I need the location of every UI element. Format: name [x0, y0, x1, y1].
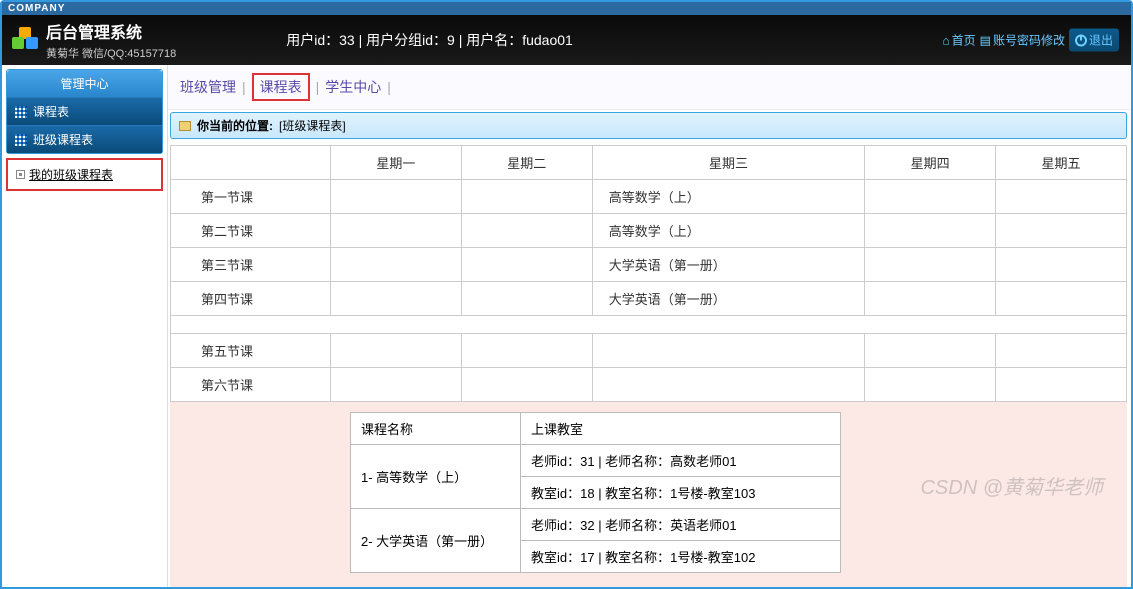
details-row: 2- 大学英语（第一册）老师id：32 | 老师名称：英语老师01 — [351, 509, 841, 541]
sidebar-item-schedule[interactable]: 课程表 — [7, 97, 162, 125]
schedule-cell — [865, 282, 996, 316]
tab-separator: | — [242, 79, 246, 95]
schedule-cell — [461, 282, 592, 316]
course-name-cell: 1- 高等数学（上） — [351, 445, 521, 509]
details-table: 课程名称 上课教室 1- 高等数学（上）老师id：31 | 老师名称：高数老师0… — [350, 412, 841, 573]
schedule-cell — [996, 248, 1127, 282]
period-cell: 第三节课 — [171, 248, 331, 282]
system-title: 后台管理系统 — [46, 19, 176, 43]
home-link[interactable]: ⌂ 首页 — [942, 32, 975, 49]
schedule-cell — [331, 368, 462, 402]
teacher-cell: 老师id：32 | 老师名称：英语老师01 — [521, 509, 841, 541]
schedule-cell — [865, 368, 996, 402]
schedule-cell — [461, 368, 592, 402]
schedule-cell — [331, 282, 462, 316]
gap-row — [171, 316, 1127, 334]
table-row: 第六节课 — [171, 368, 1127, 402]
schedule-cell — [461, 334, 592, 368]
schedule-cell — [461, 248, 592, 282]
period-cell: 第四节课 — [171, 282, 331, 316]
tab-schedule[interactable]: 课程表 — [252, 73, 310, 101]
teacher-cell: 老师id：31 | 老师名称：高数老师01 — [521, 445, 841, 477]
tab-separator: | — [387, 79, 391, 95]
company-tag: COMPANY — [2, 2, 1131, 15]
breadcrumb: 你当前的位置: [班级课程表] — [170, 112, 1127, 139]
schedule-cell — [331, 248, 462, 282]
sidebar-item-label: 课程表 — [33, 103, 69, 120]
logo-icon — [12, 27, 38, 53]
tree-item-label: 我的班级课程表 — [29, 166, 113, 183]
schedule-cell: 大学英语（第一册） — [592, 248, 865, 282]
schedule-cell — [996, 368, 1127, 402]
day-header: 星期五 — [996, 146, 1127, 180]
tab-class-manage[interactable]: 班级管理 — [180, 77, 236, 97]
schedule-cell — [865, 248, 996, 282]
classroom-cell: 教室id：18 | 教室名称：1号楼-教室103 — [521, 477, 841, 509]
user-info: 用户id：33 | 用户分组id：9 | 用户名：fudao01 — [286, 30, 573, 50]
course-name-cell: 2- 大学英语（第一册） — [351, 509, 521, 573]
schedule-cell — [996, 334, 1127, 368]
corner-cell — [171, 146, 331, 180]
grid-icon — [15, 134, 27, 146]
schedule-cell — [461, 180, 592, 214]
schedule-cell — [996, 282, 1127, 316]
grid-icon — [15, 106, 27, 118]
schedule-cell: 高等数学（上） — [592, 180, 865, 214]
sidebar-item-class-schedule[interactable]: 班级课程表 — [7, 125, 162, 153]
schedule-cell — [865, 180, 996, 214]
table-row: 第五节课 — [171, 334, 1127, 368]
table-row: 第三节课 大学英语（第一册） — [171, 248, 1127, 282]
classroom-cell: 教室id：17 | 教室名称：1号楼-教室102 — [521, 541, 841, 573]
table-row: 第四节课 大学英语（第一册） — [171, 282, 1127, 316]
power-icon — [1075, 34, 1087, 46]
tab-student-center[interactable]: 学生中心 — [325, 77, 381, 97]
table-row: 第二节课 高等数学（上） — [171, 214, 1127, 248]
day-header: 星期二 — [461, 146, 592, 180]
schedule-cell — [461, 214, 592, 248]
details-header-room: 上课教室 — [521, 413, 841, 445]
breadcrumb-prefix: 你当前的位置: — [197, 117, 273, 134]
top-tabs: 班级管理 | 课程表 | 学生中心 | — [168, 65, 1131, 110]
schedule-cell — [996, 180, 1127, 214]
table-row: 第一节课 高等数学（上） — [171, 180, 1127, 214]
password-label: 账号密码修改 — [993, 32, 1065, 49]
period-cell: 第二节课 — [171, 214, 331, 248]
list-icon: ▤ — [980, 33, 991, 47]
sidebar: 管理中心 课程表 班级课程表 我的班级课程表 — [2, 65, 168, 587]
details-row: 1- 高等数学（上）老师id：31 | 老师名称：高数老师01 — [351, 445, 841, 477]
schedule-cell — [865, 214, 996, 248]
day-header: 星期三 — [592, 146, 865, 180]
tree-item-my-schedule[interactable]: 我的班级课程表 — [16, 166, 153, 183]
schedule-cell — [996, 214, 1127, 248]
period-cell: 第一节课 — [171, 180, 331, 214]
period-cell: 第五节课 — [171, 334, 331, 368]
schedule-cell — [592, 368, 865, 402]
breadcrumb-location: [班级课程表] — [279, 117, 346, 134]
sidebar-item-label: 班级课程表 — [33, 131, 93, 148]
header: 后台管理系统 黄菊华 微信/QQ:45157718 用户id：33 | 用户分组… — [2, 15, 1131, 65]
password-link[interactable]: ▤ 账号密码修改 — [980, 32, 1065, 49]
system-subtitle: 黄菊华 微信/QQ:45157718 — [46, 45, 176, 61]
home-icon: ⌂ — [942, 33, 949, 47]
schedule-cell — [331, 180, 462, 214]
schedule-cell — [865, 334, 996, 368]
day-header: 星期四 — [865, 146, 996, 180]
sidebar-header: 管理中心 — [7, 70, 162, 97]
schedule-cell: 高等数学（上） — [592, 214, 865, 248]
folder-icon — [179, 121, 191, 131]
schedule-cell: 大学英语（第一册） — [592, 282, 865, 316]
tab-separator: | — [316, 79, 320, 95]
schedule-cell — [331, 214, 462, 248]
period-cell: 第六节课 — [171, 368, 331, 402]
schedule-cell — [592, 334, 865, 368]
logout-label: 退出 — [1089, 32, 1113, 49]
square-icon — [16, 170, 25, 179]
schedule-table: 星期一 星期二 星期三 星期四 星期五 第一节课高等数学（上）第二节课高等数学（… — [170, 145, 1127, 402]
schedule-cell — [331, 334, 462, 368]
home-label: 首页 — [952, 32, 976, 49]
day-header: 星期一 — [331, 146, 462, 180]
details-header-name: 课程名称 — [351, 413, 521, 445]
logout-button[interactable]: 退出 — [1069, 29, 1119, 52]
